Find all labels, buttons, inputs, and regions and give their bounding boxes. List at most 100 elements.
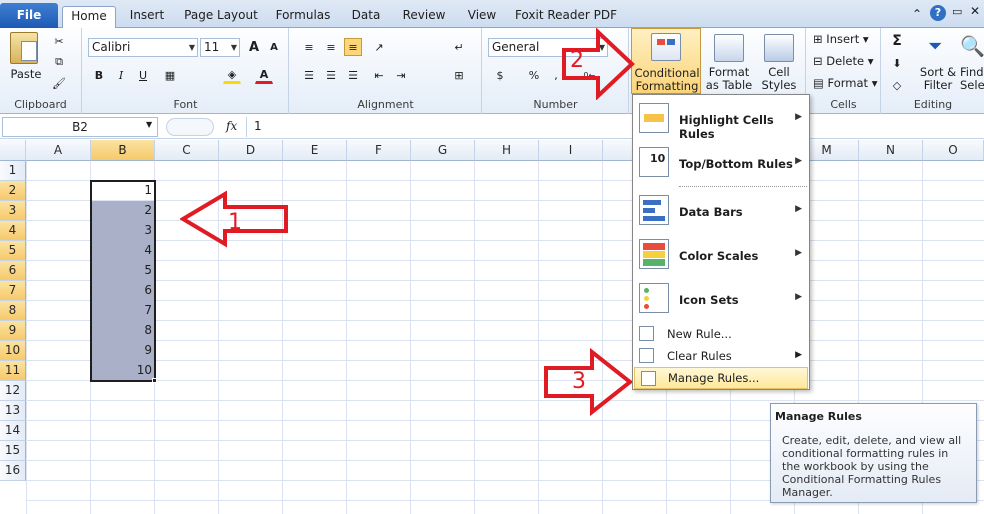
- menu-item-new-rule[interactable]: New Rule...: [633, 323, 809, 345]
- fill-icon[interactable]: ⬇: [888, 54, 906, 72]
- percent-button[interactable]: %: [525, 66, 543, 84]
- tab-data[interactable]: Data: [344, 6, 388, 28]
- insert-function-button[interactable]: fx: [226, 119, 237, 133]
- row-header[interactable]: 3: [0, 201, 26, 221]
- formula-divider: [246, 117, 247, 137]
- name-box[interactable]: B2: [2, 117, 158, 137]
- row-header[interactable]: 2: [0, 181, 26, 201]
- font-color-icon[interactable]: A: [255, 66, 273, 84]
- menu-separator: [679, 186, 807, 187]
- underline-button[interactable]: U: [134, 66, 152, 84]
- merge-center-icon[interactable]: ⊞: [450, 66, 468, 84]
- row-header[interactable]: 11: [0, 361, 26, 381]
- col-header-b[interactable]: B: [91, 140, 155, 161]
- row-header[interactable]: 8: [0, 301, 26, 321]
- align-left-icon[interactable]: ☰: [300, 66, 318, 84]
- menu-item-icon-sets[interactable]: Icon Sets ▶: [633, 277, 809, 321]
- gridline-vertical: [474, 161, 475, 514]
- align-bottom-icon[interactable]: ≡: [344, 38, 362, 56]
- align-top-icon[interactable]: ≡: [300, 38, 318, 56]
- row-header[interactable]: 9: [0, 321, 26, 341]
- col-header-o[interactable]: O: [923, 140, 984, 161]
- align-middle-icon[interactable]: ≡: [322, 38, 340, 56]
- menu-item-manage-rules[interactable]: Manage Rules...: [634, 367, 808, 389]
- formula-bar-expander[interactable]: [166, 118, 214, 136]
- tab-file[interactable]: File: [0, 3, 58, 28]
- sort-filter-icon[interactable]: ⏷: [924, 34, 952, 62]
- select-all-corner[interactable]: [0, 140, 26, 161]
- find-select-icon[interactable]: 🔍: [960, 34, 984, 62]
- selection-border: [90, 180, 156, 382]
- name-box-dropdown-icon[interactable]: ▼: [146, 120, 152, 129]
- col-header-n[interactable]: N: [859, 140, 923, 161]
- shrink-font-button[interactable]: A: [265, 38, 283, 56]
- tab-insert[interactable]: Insert: [122, 6, 172, 28]
- currency-button[interactable]: $: [491, 66, 509, 84]
- formula-input[interactable]: 1: [254, 119, 262, 133]
- format-as-table-icon[interactable]: [714, 34, 744, 62]
- autosum-icon[interactable]: Σ: [888, 32, 906, 50]
- col-header-h[interactable]: H: [475, 140, 539, 161]
- delete-cells-button[interactable]: ⊟ Delete ▾: [813, 54, 874, 68]
- tab-page-layout[interactable]: Page Layout: [180, 6, 262, 28]
- col-header-f[interactable]: F: [347, 140, 411, 161]
- row-header[interactable]: 1: [0, 161, 26, 181]
- paste-icon[interactable]: [10, 32, 38, 64]
- help-icon[interactable]: ?: [930, 5, 946, 21]
- row-header[interactable]: 12: [0, 381, 26, 401]
- menu-item-color-scales[interactable]: Color Scales ▶: [633, 233, 809, 277]
- row-header[interactable]: 5: [0, 241, 26, 261]
- borders-icon[interactable]: ▦: [161, 66, 179, 84]
- conditional-formatting-icon: [651, 33, 681, 61]
- cell-styles-icon[interactable]: [764, 34, 794, 62]
- italic-button[interactable]: I: [112, 66, 130, 84]
- menu-item-data-bars[interactable]: Data Bars ▶: [633, 189, 809, 233]
- cut-icon[interactable]: ✂: [50, 32, 68, 50]
- paste-button[interactable]: Paste: [6, 68, 46, 81]
- minimize-ribbon-icon[interactable]: ⌃: [912, 7, 922, 21]
- align-center-icon[interactable]: ☰: [322, 66, 340, 84]
- tab-view[interactable]: View: [460, 6, 504, 28]
- tab-foxit[interactable]: Foxit Reader PDF: [510, 6, 622, 28]
- row-header[interactable]: 7: [0, 281, 26, 301]
- font-size-combo[interactable]: 11 ▼: [200, 38, 240, 57]
- bold-button[interactable]: B: [90, 66, 108, 84]
- menu-item-highlight-cells-rules[interactable]: Highlight Cells Rules ▶: [633, 97, 809, 141]
- row-header[interactable]: 4: [0, 221, 26, 241]
- row-header[interactable]: 16: [0, 461, 26, 481]
- format-painter-icon[interactable]: 🖌: [50, 74, 68, 92]
- window-minimize-icon[interactable]: ▭: [952, 5, 962, 18]
- tab-formulas[interactable]: Formulas: [268, 6, 338, 28]
- font-name-combo[interactable]: Calibri ▼: [88, 38, 198, 57]
- row-header[interactable]: 13: [0, 401, 26, 421]
- grow-font-button[interactable]: A: [245, 38, 263, 56]
- conditional-formatting-button[interactable]: Conditional Formatting: [631, 28, 701, 94]
- tab-review[interactable]: Review: [398, 6, 450, 28]
- wrap-text-icon[interactable]: ↵: [450, 38, 468, 56]
- menu-item-top-bottom-rules[interactable]: 10 Top/Bottom Rules ▶: [633, 141, 809, 185]
- fill-color-icon[interactable]: ◈: [223, 66, 241, 84]
- row-header[interactable]: 14: [0, 421, 26, 441]
- clear-icon[interactable]: ◇: [888, 76, 906, 94]
- col-header-i[interactable]: I: [539, 140, 603, 161]
- col-header-d[interactable]: D: [219, 140, 283, 161]
- col-header-c[interactable]: C: [155, 140, 219, 161]
- col-header-a[interactable]: A: [26, 140, 91, 161]
- menu-item-clear-rules[interactable]: Clear Rules ▶: [633, 345, 809, 367]
- col-header-e[interactable]: E: [283, 140, 347, 161]
- row-header[interactable]: 15: [0, 441, 26, 461]
- fill-handle[interactable]: [152, 378, 157, 383]
- align-right-icon[interactable]: ☰: [344, 66, 362, 84]
- format-cells-button[interactable]: ▤ Format ▾: [813, 76, 878, 90]
- tab-home[interactable]: Home: [62, 6, 116, 29]
- copy-icon[interactable]: ⧉: [50, 53, 68, 71]
- decrease-indent-icon[interactable]: ⇤: [370, 66, 388, 84]
- row-header[interactable]: 10: [0, 341, 26, 361]
- gridline-horizontal: [26, 400, 984, 401]
- row-header[interactable]: 6: [0, 261, 26, 281]
- increase-indent-icon[interactable]: ⇥: [392, 66, 410, 84]
- insert-cells-button[interactable]: ⊞ Insert ▾: [813, 32, 869, 46]
- orientation-icon[interactable]: ↗: [370, 38, 388, 56]
- col-header-g[interactable]: G: [411, 140, 475, 161]
- window-close-icon[interactable]: ✕: [970, 4, 980, 18]
